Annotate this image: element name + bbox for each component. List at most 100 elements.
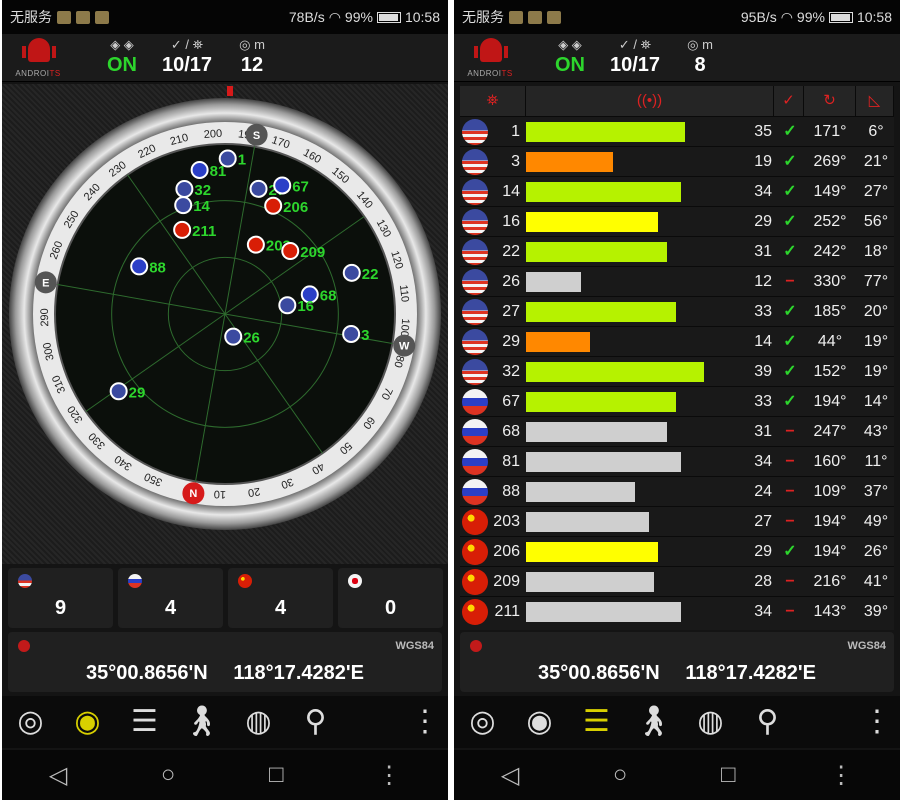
table-row[interactable]: 211 34− 143° 39° xyxy=(460,596,894,626)
azimuth-value: 109° xyxy=(813,483,847,500)
china-flag-satellite-marker[interactable] xyxy=(264,196,283,215)
wifi-icon: ◠ xyxy=(328,8,341,25)
satellite-label: 26 xyxy=(243,330,260,347)
battery-percent: 99% xyxy=(796,9,825,25)
degree-label: 10 xyxy=(214,488,227,500)
elevation-value: 56° xyxy=(863,213,889,230)
us-flag-satellite-marker[interactable] xyxy=(174,196,193,215)
satellite-label: 29 xyxy=(129,384,146,401)
table-row[interactable]: 88 24− 109° 37° xyxy=(460,476,894,506)
china-flag-satellite-marker[interactable] xyxy=(246,235,265,254)
globe-icon[interactable]: ◍ xyxy=(230,696,287,748)
snr-column-header[interactable]: ((•)) xyxy=(526,86,774,116)
menu-icon[interactable]: ⋮ xyxy=(410,696,440,748)
elevation-column-header[interactable]: ◺ xyxy=(856,86,894,116)
azimuth-value: 216° xyxy=(813,573,847,590)
coordinates-panel[interactable]: WGS84 35°00.8656'N 118°17.4282'E xyxy=(460,632,894,692)
menu-icon[interactable]: ⋮ xyxy=(862,696,892,748)
table-row[interactable]: 206 29 ✓ 194° 26° xyxy=(460,536,894,566)
app-logo[interactable]: ANDROITS xyxy=(12,36,64,80)
china-flag-satellite-marker[interactable] xyxy=(281,241,300,260)
prn-cell: 29 xyxy=(502,333,520,350)
used-column-header[interactable]: ✓ xyxy=(774,86,804,116)
globe-icon[interactable]: ◍ xyxy=(682,696,739,748)
table-row[interactable]: 16 29 ✓ 252° 56° xyxy=(460,206,894,236)
table-row[interactable]: 27 33 ✓ 185° 20° xyxy=(460,296,894,326)
snr-value: 29 xyxy=(754,543,772,560)
satellite-icon: ✓ / ⛯ xyxy=(618,37,652,52)
table-row[interactable]: 203 27− 194° 49° xyxy=(460,506,894,536)
walker-icon[interactable]: 🚶︎ xyxy=(173,696,230,748)
table-row[interactable]: 32 39 ✓ 152° 19° xyxy=(460,356,894,386)
table-row[interactable]: 22 31 ✓ 242° 18° xyxy=(460,236,894,266)
recents-button[interactable]: □ xyxy=(721,761,736,789)
us-flag-icon xyxy=(462,179,488,205)
sat-column-header[interactable]: ⛯ xyxy=(460,86,526,116)
russia-flag-satellite-marker[interactable] xyxy=(273,176,292,195)
us-flag-satellite-marker[interactable] xyxy=(109,382,128,401)
bottom-toolbar: ◎ ◉ ☰ 🚶︎ ◍ ⚲ ⋮ xyxy=(454,696,900,748)
satellite-icon: ⛯ xyxy=(486,92,499,109)
elevation-value: 77° xyxy=(863,273,889,290)
snr-bar xyxy=(526,272,581,292)
us-flag-satellite-marker[interactable] xyxy=(278,296,297,315)
coordinates-panel[interactable]: WGS84 35°00.8656'N 118°17.4282'E xyxy=(8,632,442,692)
table-icon[interactable]: ☰ xyxy=(116,696,173,748)
table-icon[interactable]: ☰ xyxy=(568,696,625,748)
recents-button[interactable]: □ xyxy=(269,761,284,789)
radar-icon[interactable]: ◉ xyxy=(59,696,116,748)
sat-count: ✓ / ⛯ 10/17 xyxy=(600,36,670,77)
table-row[interactable]: 67 33 ✓ 194° 14° xyxy=(460,386,894,416)
table-row[interactable]: 68 31− 247° 43° xyxy=(460,416,894,446)
accuracy: ◎ m 12 xyxy=(230,36,274,77)
us-flag-satellite-marker[interactable] xyxy=(224,327,243,346)
home-button[interactable]: ○ xyxy=(161,761,176,789)
table-row[interactable]: 26 12− 330° 77° xyxy=(460,266,894,296)
us-flag-satellite-marker[interactable] xyxy=(342,263,361,282)
prn-cell: 67 xyxy=(502,393,520,410)
snr-value: 33 xyxy=(754,393,772,410)
us-flag-satellite-marker[interactable] xyxy=(249,179,268,198)
compass-icon[interactable]: ◎ xyxy=(2,696,59,748)
china-flag-satellite-marker[interactable] xyxy=(173,220,192,239)
table-row[interactable]: 14 34 ✓ 149° 27° xyxy=(460,176,894,206)
azimuth-column-header[interactable]: ↻ xyxy=(804,86,856,116)
snr-bar xyxy=(526,302,676,322)
pin-icon[interactable]: ⚲ xyxy=(739,696,796,748)
snr-value: 31 xyxy=(754,243,772,260)
prn-cell: 27 xyxy=(502,303,520,320)
compass-icon[interactable]: ◎ xyxy=(454,696,511,748)
fix-status: ◈ ◈ ON xyxy=(102,36,142,77)
elevation-value: 21° xyxy=(863,153,889,170)
us-flag-satellite-marker[interactable] xyxy=(342,324,361,343)
elevation-value: 19° xyxy=(863,333,889,350)
russia-flag-satellite-marker[interactable] xyxy=(130,257,149,276)
back-button[interactable]: ◁ xyxy=(501,761,519,790)
home-button[interactable]: ○ xyxy=(613,761,628,789)
table-row[interactable]: 3 19 ✓ 269° 21° xyxy=(460,146,894,176)
radar-icon[interactable]: ◉ xyxy=(511,696,568,748)
nav-menu-button[interactable]: ⋮ xyxy=(829,761,853,790)
notification-icon xyxy=(528,10,542,24)
table-row[interactable]: 81 34− 160° 11° xyxy=(460,446,894,476)
app-logo[interactable]: ANDROITS xyxy=(464,36,516,80)
table-row[interactable]: 1 35 ✓ 171° 6° xyxy=(460,116,894,146)
satellite-icon: ✓ / ⛯ xyxy=(170,37,204,52)
back-button[interactable]: ◁ xyxy=(49,761,67,790)
degree-label: 200 xyxy=(203,128,222,141)
prn-cell: 32 xyxy=(502,363,520,380)
table-row[interactable]: 209 28− 216° 41° xyxy=(460,566,894,596)
check-icon: ✓ xyxy=(782,92,795,109)
notification-icon xyxy=(76,10,90,24)
nav-menu-button[interactable]: ⋮ xyxy=(377,761,401,790)
dash-icon: − xyxy=(785,423,795,440)
walker-icon[interactable]: 🚶︎ xyxy=(625,696,682,748)
pin-icon[interactable]: ⚲ xyxy=(287,696,344,748)
us-flag-satellite-marker[interactable] xyxy=(175,180,194,199)
degree-label: 100 xyxy=(398,318,411,337)
elevation-value: 14° xyxy=(863,393,889,410)
table-row[interactable]: 29 14 ✓ 44° 19° xyxy=(460,326,894,356)
russia-flag-satellite-marker[interactable] xyxy=(190,160,209,179)
elevation-icon: ◺ xyxy=(868,92,881,109)
beidou-count: 4 xyxy=(274,597,287,619)
